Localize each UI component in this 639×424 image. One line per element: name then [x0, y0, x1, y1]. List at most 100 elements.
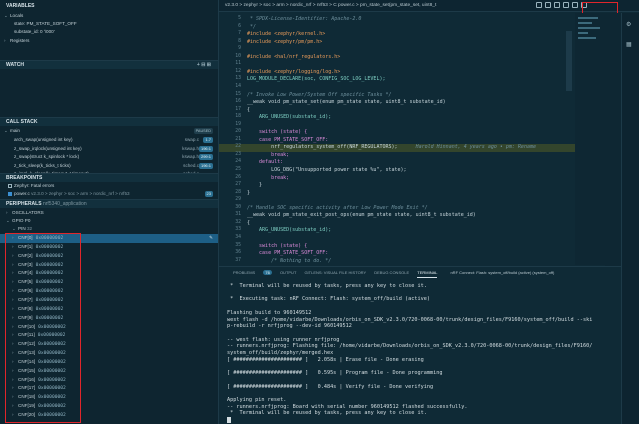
peripheral-label: GPIO P0	[12, 218, 31, 223]
edit-icon[interactable]: ✎	[209, 234, 213, 243]
terminal-task-label[interactable]: nRF Connect: Flash: system_off/build (ac…	[450, 270, 554, 275]
register-row[interactable]: › CNF[10] 0x00000002	[0, 323, 218, 332]
step-over-icon[interactable]	[545, 2, 551, 8]
watch-title: WATCH	[6, 62, 24, 68]
terminal-cursor[interactable]	[227, 417, 231, 423]
peripheral-label: OSCILLATORS	[12, 210, 44, 215]
checkbox-checked-icon[interactable]	[8, 191, 12, 196]
peripheral-pin[interactable]: ⌄ PIN 32	[0, 225, 218, 233]
register-value: 0x00000002	[38, 342, 66, 348]
code-line: LOG_DBG("Unsupported power state %u", st…	[247, 167, 407, 173]
activity-bar: ⚙ ▦	[621, 13, 639, 424]
breakpoint-fatal-errors[interactable]: Zephyr: Fatal errors	[0, 182, 218, 190]
register-row[interactable]: › CNF[3] 0x00000002	[0, 261, 218, 270]
tab-label: PROBLEMS	[233, 270, 256, 275]
thread-main[interactable]: ⌄ main PAUSED	[0, 127, 218, 135]
terminal-line: system_off/build/zephyr/merged.hex	[227, 350, 334, 356]
line-number: 36	[235, 250, 241, 256]
minimap[interactable]	[575, 13, 605, 265]
peripherals-section-title[interactable]: PERIPHERALS nrf5340_application	[0, 199, 218, 208]
code-line: break;	[247, 151, 290, 158]
line-number: 5	[238, 16, 241, 21]
code-editor[interactable]: 5 6 7 8 9 10 11 12 13 14 15 16 17 18 19 20 21 22 23 24 25 26 2…	[219, 13, 575, 265]
register-row[interactable]: › CNF[16] 0x00000002	[0, 376, 218, 385]
code-line: /* Invoke Low Power/System Off specific …	[247, 91, 392, 98]
tab-debug-console[interactable]: DEBUG CONSOLE	[374, 270, 409, 275]
register-row[interactable]: › CNF[19] 0x00000002	[0, 402, 218, 411]
peripheral-oscillators[interactable]: › OSCILLATORS	[0, 209, 218, 217]
peripheral-gpio[interactable]: ⌄ GPIO P0	[0, 217, 218, 225]
register-row[interactable]: › CNF[17] 0x00000002	[0, 384, 218, 393]
callstack-frame[interactable]: arch_swap(unsigned int key) swap.c 1.7	[0, 136, 218, 144]
extensions-icon[interactable]: ▦	[626, 41, 632, 48]
restart-icon[interactable]	[572, 2, 578, 8]
tab-terminal[interactable]: TERMINAL	[417, 270, 438, 278]
register-name: CNF[8]	[18, 305, 33, 311]
register-value: 0x00000002	[35, 244, 64, 250]
register-name: CNF[1]	[18, 243, 33, 249]
register-row[interactable]: › CNF[7] 0x00000002	[0, 296, 218, 305]
terminal-line: -- runners.nrfjprog: Flashing file: /hom…	[227, 343, 593, 350]
line-number: 24	[235, 159, 241, 165]
watch-section-title[interactable]: WATCH + ⊟ ⊞	[0, 60, 218, 70]
breakpoints-section-title[interactable]: BREAKPOINTS	[0, 173, 218, 182]
step-into-icon[interactable]	[554, 2, 560, 8]
register-row[interactable]: › CNF[8] 0x00000002	[0, 305, 218, 314]
locals-group[interactable]: ⌄ Locals	[0, 12, 218, 20]
register-name: CNF[17]	[18, 385, 36, 391]
line-number: 7	[238, 31, 241, 37]
register-row[interactable]: › CNF[11] 0x00000002	[0, 331, 218, 340]
register-row[interactable]: › CNF[5] 0x00000002	[0, 278, 218, 287]
variable-row[interactable]: state: PM_STATE_SOFT_OFF	[0, 20, 218, 28]
variables-section-title[interactable]: VARIABLES	[0, 2, 218, 11]
register-value: 0x00000002	[35, 253, 64, 259]
frame-file: kswap.h	[182, 154, 199, 159]
step-out-icon[interactable]	[563, 2, 569, 8]
tab-gitlens-history[interactable]: GITLENS: VISUAL FILE HISTORY	[304, 270, 366, 275]
register-row[interactable]: › CNF[14] 0x00000002	[0, 358, 218, 367]
settings-icon[interactable]: ⚙	[626, 21, 631, 28]
checkbox-icon[interactable]	[8, 183, 12, 188]
callstack-frame[interactable]: z_swap(struct k_spinlock * lock) kswap.h 2…	[0, 153, 218, 161]
register-value: 0x00000002	[38, 351, 66, 357]
register-row[interactable]: › CNF[12] 0x00000002	[0, 340, 218, 349]
breadcrumb-bar: v2.3.0 > zephyr > soc > arm > nordic_nrf…	[219, 0, 639, 12]
register-row[interactable]: › CNF[13] 0x00000002	[0, 349, 218, 358]
terminal-line: -- runners.nrfjprog: Board with serial n…	[227, 403, 468, 410]
register-row[interactable]: › CNF[20] 0x00000002	[0, 411, 218, 420]
code-line: #include <hal/nrf_regulators.h>	[247, 53, 341, 60]
tab-problems[interactable]: PROBLEMS 76	[226, 270, 272, 275]
callstack-frame[interactable]: z_swap_irqlock(unsigned int key) kswap.h 1…	[0, 145, 218, 153]
frame-line-badge: 1.7	[203, 137, 213, 143]
line-number-gutter: 5 6 7 8 9 10 11 12 13 14 15 16 17 18 19 20 21 22 23 24 25 26 2…	[219, 13, 247, 265]
breadcrumb[interactable]: v2.3.0 > zephyr > soc > arm > nordic_nrf…	[225, 3, 436, 8]
tab-output[interactable]: OUTPUT	[280, 270, 296, 275]
register-row[interactable]: › CNF[18] 0x00000002	[0, 393, 218, 402]
variable-row[interactable]: substate_id: 0 '\000'	[0, 28, 218, 36]
register-row[interactable]: › CNF[2] 0x00000002	[0, 252, 218, 261]
registers-label: Registers	[10, 38, 30, 43]
code-line: break;	[247, 174, 290, 181]
register-row[interactable]: › CNF[15] 0x00000002	[0, 367, 218, 376]
editor-scrollbar[interactable]	[566, 31, 572, 91]
register-value: 0x00000002	[38, 413, 66, 418]
continue-icon[interactable]	[536, 2, 542, 8]
code-line: /* Handle SOC specific activity after Lo…	[247, 204, 428, 211]
code-line: case PM_STATE_SOFT_OFF:	[247, 136, 329, 143]
add-watch-icon[interactable]: + ⊟ ⊞	[197, 61, 211, 70]
callstack-section-title[interactable]: CALL STACK	[0, 117, 218, 126]
terminal-line: * Terminal will be reused by tasks, pres…	[227, 410, 427, 417]
peripherals-device: nrf5340_application	[42, 201, 87, 207]
line-number: 20	[235, 129, 241, 135]
register-row[interactable]: › CNF[1] 0x00000002	[0, 243, 218, 252]
register-name: CNF[5]	[18, 279, 33, 285]
register-value: 0x00000002	[38, 324, 66, 330]
register-row[interactable]: › CNF[9] 0x00000002	[0, 314, 218, 323]
registers-group[interactable]: › Registers	[0, 37, 218, 45]
breakpoint-power-c[interactable]: power.c v2.3.0 > zephyr > soc > arm > no…	[0, 190, 218, 198]
register-row[interactable]: › CNF[0] 0x00000002 ✎	[0, 234, 218, 243]
line-number: 22	[235, 144, 241, 150]
register-row[interactable]: › CNF[6] 0x00000002	[0, 287, 218, 296]
register-row[interactable]: › CNF[4] 0x00000002	[0, 269, 218, 278]
callstack-frame[interactable]: z_tick_sleep(k_ticks_t ticks) sched.c 196:…	[0, 162, 218, 170]
